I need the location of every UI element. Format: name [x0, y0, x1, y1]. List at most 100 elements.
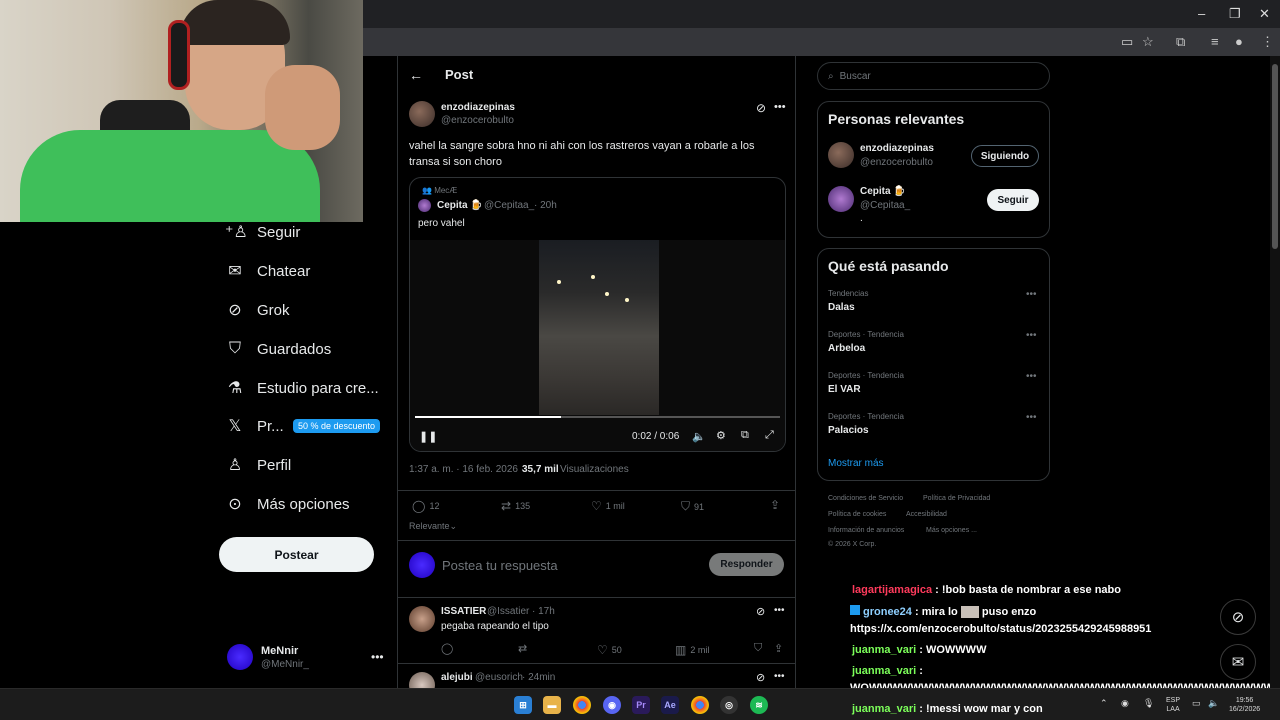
language-indicator[interactable]: ESP LAA [1166, 696, 1180, 714]
browser-menu-icon[interactable]: ⋮ [1261, 34, 1274, 50]
quote-author-handle[interactable]: @Cepitaa_ [484, 200, 534, 211]
account-more-icon[interactable]: ••• [371, 650, 384, 664]
grok-icon[interactable]: ⊘ [756, 605, 765, 618]
repost-action[interactable]: ⇄ 135 [501, 499, 530, 513]
person-handle[interactable]: @enzocerobulto [860, 157, 933, 168]
search-input[interactable]: ⌕ Buscar [817, 62, 1050, 90]
video-progress-bar[interactable] [415, 416, 780, 418]
nav-item-perfil[interactable]: ♙ Perfil [225, 453, 291, 477]
minimize-button[interactable]: – [1198, 6, 1205, 21]
author-name[interactable]: enzodiazepinas [441, 102, 515, 113]
premiere-icon[interactable]: Pr [632, 696, 650, 714]
footer-link[interactable]: Información de anuncios [828, 527, 904, 534]
reply-author-handle[interactable]: @eusorich [475, 672, 523, 683]
chrome-icon[interactable] [691, 696, 709, 714]
reply-author-name[interactable]: alejubi [441, 672, 473, 683]
nav-item-mas-opciones[interactable]: ⊙ Más opciones [225, 492, 349, 516]
person-name[interactable]: enzodiazepinas [860, 143, 934, 154]
footer-link[interactable]: Accesibilidad [906, 511, 947, 518]
reply-author-name[interactable]: ISSATIER [441, 606, 486, 617]
pip-icon[interactable]: ⧉ [741, 429, 749, 442]
media-icon[interactable]: ≡ [1211, 34, 1219, 49]
account-handle[interactable]: @MeNnir_ [261, 659, 309, 670]
extensions-icon[interactable]: ⧉ [1176, 34, 1185, 50]
person-handle[interactable]: @Cepitaa_ [860, 200, 910, 211]
grok-icon[interactable]: ⊘ [756, 671, 765, 684]
chevron-up-icon[interactable]: ⌃ [1100, 699, 1108, 708]
page-scrollbar[interactable] [1270, 56, 1280, 688]
reply-icon[interactable]: ◯ [441, 642, 453, 655]
volume-icon[interactable]: 🔈 [1208, 699, 1219, 708]
maximize-button[interactable]: ❐ [1229, 6, 1241, 22]
trend-item[interactable]: Palacios [828, 425, 869, 436]
bookmark-action[interactable]: ⛉ 91 [681, 499, 704, 514]
trend-more-icon[interactable]: ••• [1026, 412, 1037, 423]
more-icon[interactable]: ••• [774, 101, 786, 113]
trend-more-icon[interactable]: ••• [1026, 371, 1037, 382]
after-effects-icon[interactable]: Ae [661, 696, 679, 714]
share-icon[interactable]: ⇪ [770, 498, 780, 512]
discord-icon[interactable]: ◉ [603, 696, 621, 714]
nav-item-estudio[interactable]: ⚗ Estudio para cre... [225, 376, 379, 400]
views-action[interactable]: ▥ 2 mil [675, 643, 709, 657]
grok-float-button[interactable]: ⊘ [1220, 599, 1256, 635]
author-handle[interactable]: @enzocerobulto [441, 115, 514, 126]
more-icon[interactable]: ••• [774, 671, 785, 682]
trend-item[interactable]: Dalas [828, 302, 855, 313]
chrome-icon[interactable] [573, 696, 591, 714]
network-icon[interactable]: ▭ [1192, 699, 1201, 708]
nav-item-grok[interactable]: ⊘ Grok [225, 298, 289, 322]
mic-icon[interactable]: 🎙 [1143, 699, 1154, 708]
footer-link[interactable]: Política de cookies [828, 511, 886, 518]
reply-button[interactable]: Responder [709, 553, 784, 576]
clock[interactable]: 19:56 16/2/2026 [1229, 696, 1260, 714]
bookmark-icon[interactable]: ⛉ [754, 642, 762, 655]
discord-tray-icon[interactable]: ◉ [1121, 699, 1129, 708]
nav-item-guardados[interactable]: ⛉ Guardados [225, 337, 331, 361]
nav-item-chatear[interactable]: ✉ Chatear [225, 259, 310, 283]
grok-icon[interactable]: ⊘ [756, 101, 766, 115]
more-icon[interactable]: ••• [774, 605, 785, 616]
trend-item[interactable]: El VAR [828, 384, 861, 395]
avatar[interactable] [409, 101, 435, 127]
like-action[interactable]: ♡ 1 mil [591, 499, 625, 513]
avatar[interactable] [418, 199, 431, 212]
trend-more-icon[interactable]: ••• [1026, 289, 1037, 300]
pause-icon[interactable]: ❚❚ [419, 430, 437, 443]
quote-author-name[interactable]: Cepita 🍺 [437, 200, 483, 211]
volume-icon[interactable]: 🔈 [692, 430, 706, 443]
cast-icon[interactable]: ▭ [1121, 34, 1133, 50]
avatar[interactable] [227, 644, 253, 670]
share-icon[interactable]: ⇪ [774, 642, 783, 655]
reply-action[interactable]: ◯ 12 [412, 499, 439, 513]
video-player[interactable]: ❚❚ 0:02 / 0:06 🔈 ⚙ ⧉ ⤢ [410, 240, 785, 451]
avatar[interactable] [409, 672, 435, 688]
reply-author-handle[interactable]: @Issatier [487, 606, 529, 617]
star-icon[interactable]: ☆ [1142, 34, 1154, 50]
file-explorer-icon[interactable]: ▬ [543, 696, 561, 714]
reply-input[interactable]: Postea tu respuesta [442, 558, 558, 573]
footer-link[interactable]: Más opciones ... [926, 527, 977, 534]
back-arrow-icon[interactable]: ← [409, 67, 423, 83]
obs-icon[interactable]: ◎ [720, 696, 738, 714]
nav-item-seguir[interactable]: ⁺♙ Seguir [225, 220, 300, 244]
person-name[interactable]: Cepita 🍺 [860, 186, 906, 197]
windows-start-icon[interactable]: ⊞ [514, 696, 532, 714]
spotify-icon[interactable]: ≋ [750, 696, 768, 714]
nav-item-premium[interactable]: 𝕏 Pr... [225, 414, 284, 438]
post-button[interactable]: Postear [219, 537, 374, 572]
avatar[interactable] [409, 606, 435, 632]
repost-icon[interactable]: ⇄ [518, 642, 527, 655]
messages-float-button[interactable]: ✉ [1220, 644, 1256, 680]
trend-more-icon[interactable]: ••• [1026, 330, 1037, 341]
show-more-link[interactable]: Mostrar más [828, 458, 884, 469]
follow-button[interactable]: Seguir [987, 189, 1039, 211]
following-button[interactable]: Siguiendo [971, 145, 1039, 167]
scroll-thumb[interactable] [1272, 64, 1278, 249]
avatar[interactable] [828, 186, 854, 212]
account-name[interactable]: MeNnir [261, 645, 298, 657]
avatar[interactable] [828, 142, 854, 168]
quoted-post[interactable]: 👥 MecÆ Cepita 🍺 @Cepitaa_ · 20h pero vah… [409, 177, 786, 452]
settings-icon[interactable]: ⚙ [716, 429, 726, 442]
fullscreen-icon[interactable]: ⤢ [765, 429, 774, 442]
